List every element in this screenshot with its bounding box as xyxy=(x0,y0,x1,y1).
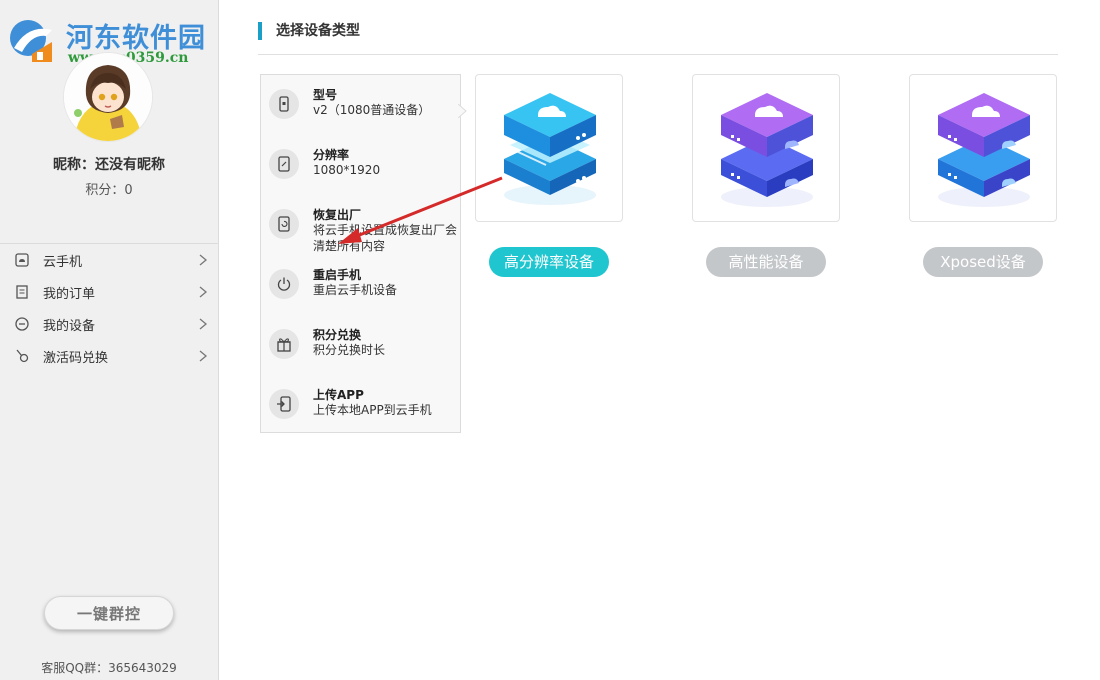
device-info-panel: 型号 v2（1080普通设备） 分辨率 1080*1920 恢复出厂 将云手机设… xyxy=(260,74,461,433)
info-desc: 上传本地APP到云手机 xyxy=(313,403,432,417)
info-row-factory-reset[interactable]: 恢复出厂 将云手机设置成恢复出厂会清楚所有内容 xyxy=(261,199,460,253)
nickname: 昵称：还没有昵称 xyxy=(53,157,165,173)
device-card-high-performance[interactable] xyxy=(692,74,840,222)
device-type-xposed-button[interactable]: Xposed设备 xyxy=(923,247,1043,277)
watermark-logo-icon xyxy=(10,20,52,62)
info-title: 分辨率 xyxy=(313,148,350,162)
avatar-illustration-icon xyxy=(64,53,152,141)
sidebar-item-orders[interactable]: 我的订单 xyxy=(0,276,218,308)
chevron-right-icon xyxy=(199,286,208,298)
info-row-model: 型号 v2（1080普通设备） xyxy=(261,79,460,127)
activation-code-icon xyxy=(14,348,30,364)
info-desc: 将云手机设置成恢复出厂会清楚所有内容 xyxy=(313,223,458,253)
sidebar-menu: 云手机 我的订单 我的设备 激活码兑换 xyxy=(0,243,218,372)
avatar[interactable] xyxy=(63,52,153,142)
power-icon xyxy=(269,269,299,299)
server-purple-icon xyxy=(721,93,813,207)
server-cyan-icon xyxy=(504,93,596,205)
info-title: 型号 xyxy=(313,88,338,102)
sidebar-item-label: 我的订单 xyxy=(43,286,96,302)
factory-reset-icon xyxy=(269,209,299,239)
resolution-icon xyxy=(269,149,299,179)
chevron-right-icon xyxy=(199,254,208,266)
info-desc: 重启云手机设备 xyxy=(313,283,398,297)
order-icon xyxy=(14,284,30,300)
device-type-high-resolution-button[interactable]: 高分辨率设备 xyxy=(489,247,609,277)
server-blue-purple-icon xyxy=(938,93,1030,207)
device-type-high-performance-button[interactable]: 高性能设备 xyxy=(706,247,826,277)
info-desc: 1080*1920 xyxy=(313,163,381,177)
info-desc: 积分兑换时长 xyxy=(313,343,386,357)
sidebar-item-cloud-phone[interactable]: 云手机 xyxy=(0,244,218,276)
chevron-right-icon xyxy=(199,350,208,362)
support-qq: 客服QQ群：365643029 xyxy=(41,661,177,675)
gift-icon xyxy=(269,329,299,359)
info-row-points-exchange[interactable]: 积分兑换 积分兑换时长 xyxy=(261,319,460,367)
cloud-phone-icon xyxy=(14,252,30,268)
sidebar-item-label: 云手机 xyxy=(43,254,83,270)
info-title: 上传APP xyxy=(313,388,364,402)
info-title: 恢复出厂 xyxy=(313,208,362,222)
sidebar-item-label: 激活码兑换 xyxy=(43,350,109,366)
page-title: 选择设备类型 xyxy=(258,22,360,40)
upload-app-icon xyxy=(269,389,299,419)
phone-model-icon xyxy=(269,89,299,119)
panel-pointer-icon xyxy=(458,104,467,118)
device-icon xyxy=(14,316,30,332)
info-title: 积分兑换 xyxy=(313,328,362,342)
info-row-restart[interactable]: 重启手机 重启云手机设备 xyxy=(261,259,460,307)
device-card-high-resolution[interactable] xyxy=(475,74,623,222)
title-divider xyxy=(258,54,1058,55)
info-desc: v2（1080普通设备） xyxy=(313,103,431,117)
chevron-right-icon xyxy=(199,318,208,330)
sidebar-item-activation-code[interactable]: 激活码兑换 xyxy=(0,340,218,372)
sidebar-item-label: 我的设备 xyxy=(43,318,96,334)
info-row-upload-app[interactable]: 上传APP 上传本地APP到云手机 xyxy=(261,379,460,427)
info-title: 重启手机 xyxy=(313,268,362,282)
sidebar-item-devices[interactable]: 我的设备 xyxy=(0,308,218,340)
info-row-resolution: 分辨率 1080*1920 xyxy=(261,139,460,187)
sidebar: 河东软件园 www.pc0359.cn 昵称：还没有昵称 积分：0 云手机 xyxy=(0,0,219,680)
device-card-xposed[interactable] xyxy=(909,74,1057,222)
points: 积分：0 xyxy=(85,183,133,198)
group-control-button[interactable]: 一键群控 xyxy=(44,596,174,630)
